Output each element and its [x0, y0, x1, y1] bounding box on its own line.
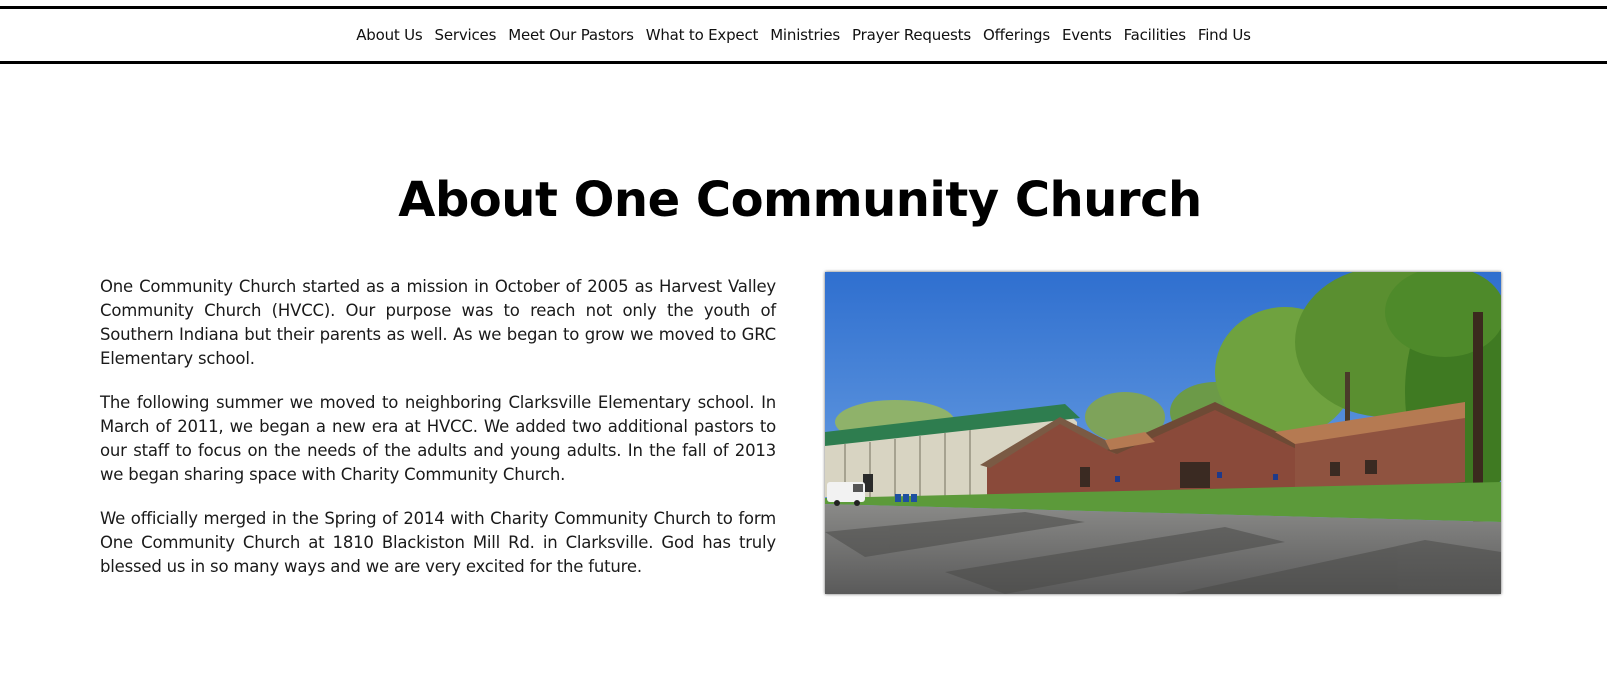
top-navigation: About Us Services Meet Our Pastors What … — [0, 6, 1607, 64]
nav-link-prayer-requests[interactable]: Prayer Requests — [852, 26, 971, 44]
nav-link-facilities[interactable]: Facilities — [1124, 26, 1186, 44]
nav-link-meet-our-pastors[interactable]: Meet Our Pastors — [508, 26, 634, 44]
church-building-photo — [825, 272, 1501, 594]
nav-link-ministries[interactable]: Ministries — [770, 26, 840, 44]
about-paragraph-3: We officially merged in the Spring of 20… — [100, 509, 776, 576]
nav-link-about-us[interactable]: About Us — [356, 26, 423, 44]
nav-list: About Us Services Meet Our Pastors What … — [0, 9, 1607, 61]
nav-link-events[interactable]: Events — [1062, 26, 1112, 44]
nav-link-services[interactable]: Services — [435, 26, 497, 44]
nav-link-what-to-expect[interactable]: What to Expect — [646, 26, 759, 44]
about-paragraph-2: The following summer we moved to neighbo… — [100, 393, 776, 484]
nav-link-offerings[interactable]: Offerings — [983, 26, 1050, 44]
page-title: About One Community Church — [398, 172, 1202, 228]
nav-link-find-us[interactable]: Find Us — [1198, 26, 1251, 44]
about-paragraph-1: One Community Church started as a missio… — [100, 277, 776, 368]
about-text: One Community Church started as a missio… — [100, 275, 776, 599]
